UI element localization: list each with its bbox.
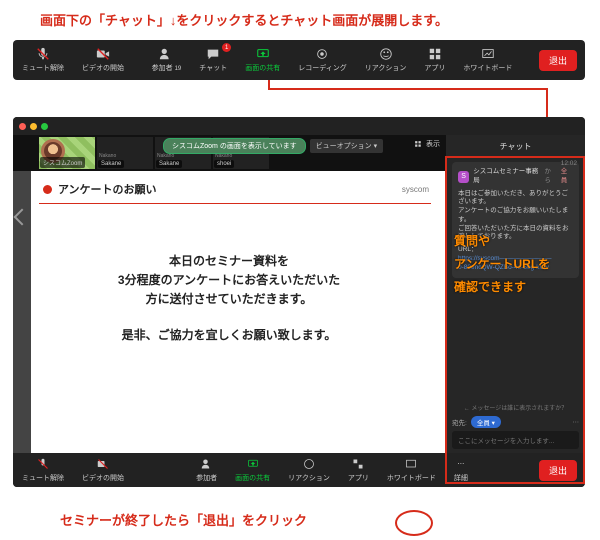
chat-panel: チャット 12:02 S シスコムセミナー事務局 から 全員 本日はご参加いただ… (445, 135, 585, 453)
chat-visibility-hint[interactable]: ← メッセージは誰に表示されますか？ (452, 403, 579, 412)
thumb-participant[interactable]: SakaneNakano (97, 137, 153, 169)
chat-input[interactable]: ここにメッセージを入力します... (452, 431, 579, 449)
slide-title: アンケートのお願い (58, 181, 157, 197)
mic-off-icon (36, 457, 50, 471)
video-off-icon (96, 457, 110, 471)
brand-logo: syscom (402, 185, 429, 194)
more-button[interactable]: ⋯詳細 (445, 453, 477, 487)
record-button[interactable]: レコーディング (289, 40, 356, 80)
chat-button[interactable]: 1 チャット (190, 40, 236, 80)
whiteboard-button[interactable]: ホワイトボード (454, 40, 521, 80)
shared-slide: アンケートのお願い syscom 本日のセミナー資料を3分程度のアンケートにお答… (13, 171, 445, 453)
video-button[interactable]: ビデオの開始 (73, 453, 133, 487)
prev-slide-arrow[interactable] (13, 171, 31, 453)
apps-icon (351, 457, 365, 471)
sender-avatar-icon: S (458, 171, 469, 183)
titlebar (13, 117, 585, 135)
annotation-text: 質問や アンケートURLを 確認できます (454, 230, 577, 298)
people-icon (159, 47, 173, 61)
chat-header: チャット (446, 135, 585, 158)
reaction-button[interactable]: リアクション (279, 453, 339, 487)
share-screen-button[interactable]: 画面の共有 (226, 453, 279, 487)
mic-off-icon (36, 47, 50, 61)
whiteboard-icon (404, 457, 418, 471)
zoom-toolbar-bottom: ミュート解除 ビデオの開始 参加者 画面の共有 リアクション アプリ ホワイトボ… (13, 453, 585, 487)
arrow-horizontal (268, 88, 548, 90)
smile-icon (302, 457, 316, 471)
exit-button-bottom[interactable]: 退出 (539, 460, 577, 481)
thumb-self[interactable]: シスコムZoom (39, 137, 95, 169)
reaction-button[interactable]: リアクション (356, 40, 416, 80)
bullet-icon (43, 185, 52, 194)
traffic-lights[interactable] (13, 123, 48, 130)
caption-top: 画面下の「チャット」↓をクリックするとチャット画面が展開します。 (40, 10, 448, 29)
share-screen-button[interactable]: 画面の共有 (236, 40, 289, 80)
to-label: 宛先: (452, 417, 467, 427)
chat-time: 12:02 (561, 160, 577, 167)
record-icon (315, 47, 329, 61)
chat-badge: 1 (222, 43, 231, 52)
people-icon (200, 457, 214, 471)
zoom-toolbar-top: ミュート解除 ビデオの開始 参加者 19 1 チャット 画面の共有 レコーディン… (13, 40, 585, 80)
mute-button[interactable]: ミュート解除 (13, 453, 73, 487)
participants-button[interactable]: 参加者 19 (143, 40, 191, 80)
arrow-stub (268, 80, 270, 89)
chat-more-icon[interactable]: ⋯ (573, 418, 580, 426)
share-status-bar: シスコムZoom の画面を表示しています ビューオプション ▾ (163, 139, 383, 153)
whiteboard-button[interactable]: ホワイトボード (378, 453, 445, 487)
apps-button[interactable]: アプリ (415, 40, 454, 80)
zoom-window: シスコムZoom の画面を表示しています ビューオプション ▾ 表示 シスコムZ… (13, 117, 585, 487)
smile-icon (379, 47, 393, 61)
exit-button-top[interactable]: 退出 (539, 50, 577, 71)
mute-button[interactable]: ミュート解除 (13, 40, 73, 80)
caption-bottom: セミナーが終了したら「退出」をクリック (60, 510, 307, 529)
whiteboard-icon (481, 47, 495, 61)
view-toggle[interactable]: 表示 (414, 139, 440, 149)
view-options-button[interactable]: ビューオプション ▾ (310, 139, 383, 153)
share-icon (246, 457, 260, 471)
to-selector[interactable]: 全員 ▾ (471, 416, 501, 428)
video-off-icon (96, 47, 110, 61)
participants-button[interactable]: 参加者 (187, 453, 226, 487)
more-icon: ⋯ (454, 457, 468, 471)
video-button[interactable]: ビデオの開始 (73, 40, 133, 80)
sender-name: シスコムセミナー事務局 (473, 168, 540, 186)
share-status-pill: シスコムZoom の画面を表示しています (163, 138, 306, 154)
apps-button[interactable]: アプリ (339, 453, 378, 487)
slide-body: 本日のセミナー資料を3分程度のアンケートにお答えいただいた方に送付させていただき… (13, 204, 445, 345)
chat-icon (206, 47, 220, 61)
share-icon (256, 47, 270, 61)
apps-icon (428, 47, 442, 61)
annotation-circle (395, 510, 433, 536)
